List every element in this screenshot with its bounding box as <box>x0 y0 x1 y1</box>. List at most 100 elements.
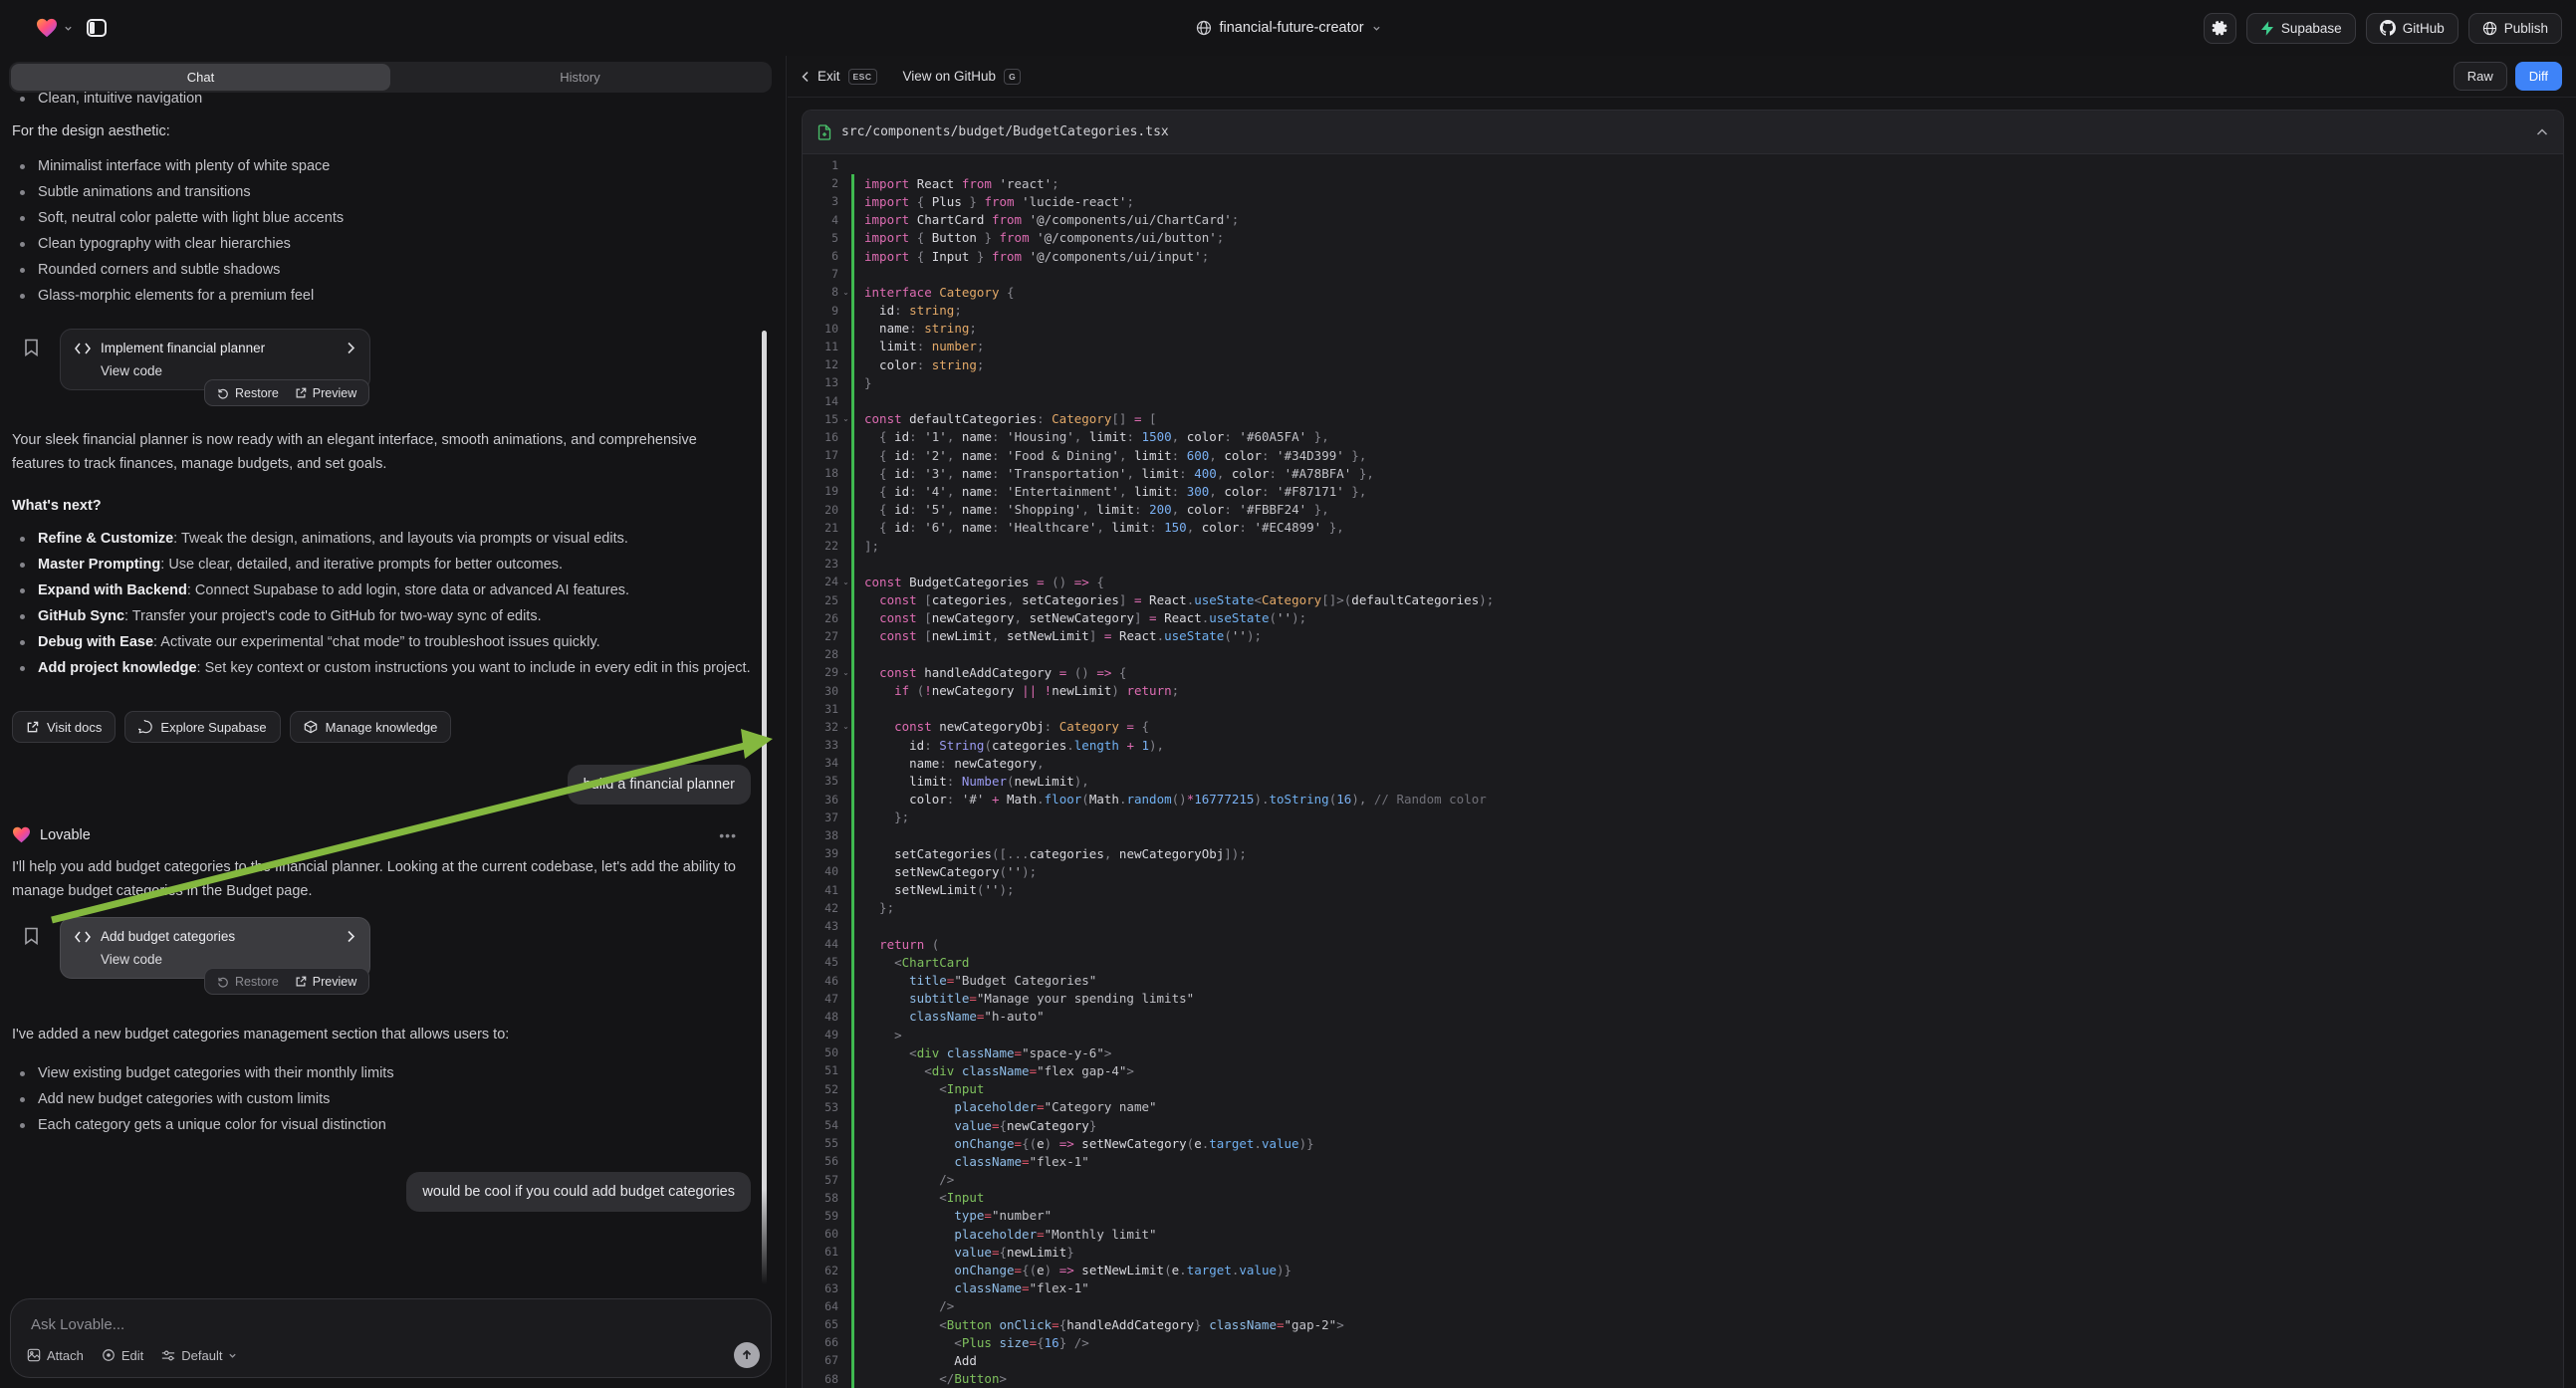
line-number: 7 <box>803 267 838 281</box>
diff-added-bar <box>851 645 854 663</box>
supabase-button[interactable]: Supabase <box>2246 13 2356 44</box>
chat-scrollbar[interactable] <box>762 331 767 1284</box>
diff-toggle-button[interactable]: Diff <box>2515 62 2562 91</box>
line-number: 12 <box>803 357 838 371</box>
edit-button[interactable]: Edit <box>102 1348 143 1363</box>
manage-knowledge-label: Manage knowledge <box>326 720 438 735</box>
assistant-paragraph: I've added a new budget categories manag… <box>12 1023 751 1046</box>
preview-button[interactable]: Preview <box>295 975 356 989</box>
whats-next-list: Refine & Customize: Tweak the design, an… <box>12 526 751 681</box>
sidebar-toggle-icon[interactable] <box>87 19 107 37</box>
line-number: 47 <box>803 992 838 1006</box>
assistant-name: Lovable <box>40 827 710 843</box>
bullet-item: Rounded corners and subtle shadows <box>12 257 751 283</box>
chat-message-list: Clean, intuitive navigation For the desi… <box>12 86 751 1212</box>
exit-button[interactable]: Exit ESC <box>802 69 877 85</box>
line-number: 24 <box>803 575 838 588</box>
line-number: 4 <box>803 213 838 227</box>
line-number: 49 <box>803 1028 838 1041</box>
lovable-logo-icon[interactable] <box>36 18 58 38</box>
line-number: 55 <box>803 1136 838 1150</box>
code-line: 11 limit: number; <box>803 338 2563 355</box>
view-code-link[interactable]: View code <box>101 363 355 378</box>
github-button[interactable]: GitHub <box>2366 13 2459 44</box>
line-number: 20 <box>803 503 838 517</box>
code-line: 45 <ChartCard <box>803 953 2563 971</box>
code-line: 59 type="number" <box>803 1207 2563 1225</box>
attach-label: Attach <box>47 1348 84 1363</box>
attach-button[interactable]: Attach <box>27 1348 84 1363</box>
bullet-item: Add new budget categories with custom li… <box>12 1086 751 1112</box>
project-chevron-down-icon <box>1372 24 1381 33</box>
fold-chevron-icon[interactable]: ⌄ <box>838 288 851 297</box>
send-button[interactable] <box>734 1342 760 1368</box>
chat-input-placeholder: Ask Lovable... <box>31 1316 124 1333</box>
visit-docs-button[interactable]: Visit docs <box>12 711 116 743</box>
line-number: 37 <box>803 810 838 824</box>
view-on-github-label: View on GitHub <box>903 69 997 84</box>
code-line: 63 className="flex-1" <box>803 1279 2563 1297</box>
fold-chevron-icon[interactable]: ⌄ <box>838 722 851 731</box>
preview-button[interactable]: Preview <box>295 386 356 400</box>
fold-chevron-icon[interactable]: ⌄ <box>838 414 851 423</box>
diff-added-bar <box>851 700 854 718</box>
code-line: 6import { Input } from '@/components/ui/… <box>803 247 2563 265</box>
code-line: 46 title="Budget Categories" <box>803 971 2563 989</box>
code-line: 37 }; <box>803 809 2563 826</box>
fold-chevron-icon[interactable]: ⌄ <box>838 578 851 586</box>
restore-button[interactable]: Restore <box>217 975 279 989</box>
chevron-right-icon[interactable] <box>347 930 355 943</box>
bullet-item: Minimalist interface with plenty of whit… <box>12 153 751 179</box>
chevron-right-icon[interactable] <box>347 342 355 354</box>
code-line: 47 subtitle="Manage your spending limits… <box>803 990 2563 1008</box>
publish-button[interactable]: Publish <box>2468 13 2562 44</box>
code-subheader: Exit ESC View on GitHub G Raw Diff <box>788 56 2576 98</box>
line-number: 26 <box>803 611 838 625</box>
code-panel: Exit ESC View on GitHub G Raw Diff src/c… <box>788 56 2576 1388</box>
file-header[interactable]: src/components/budget/BudgetCategories.t… <box>803 111 2563 154</box>
model-selector[interactable]: Default <box>161 1348 237 1363</box>
code-line: 61 value={newLimit} <box>803 1243 2563 1261</box>
g-kbd-badge: G <box>1004 69 1021 85</box>
lovable-heart-icon <box>12 826 31 843</box>
code-line: 58 <Input <box>803 1189 2563 1207</box>
code-line: 64 /> <box>803 1297 2563 1315</box>
collapse-chevron-up-icon[interactable] <box>2536 128 2548 136</box>
bookmark-icon[interactable] <box>24 339 39 356</box>
line-number: 52 <box>803 1082 838 1096</box>
view-on-github-button[interactable]: View on GitHub G <box>903 69 1022 85</box>
code-line: 22]; <box>803 537 2563 555</box>
raw-toggle-button[interactable]: Raw <box>2454 62 2507 91</box>
line-number: 54 <box>803 1118 838 1132</box>
code-line: 41 setNewLimit(''); <box>803 881 2563 899</box>
line-number: 56 <box>803 1154 838 1168</box>
code-editor[interactable]: 12import React from 'react';3import { Pl… <box>803 154 2563 1388</box>
code-line: 57 /> <box>803 1171 2563 1189</box>
project-switcher[interactable]: financial-future-creator <box>1195 0 1380 56</box>
bullet-list: Clean, intuitive navigation <box>12 86 751 112</box>
gear-icon <box>2212 20 2228 37</box>
code-line: 52 <Input <box>803 1080 2563 1098</box>
code-line: 21 { id: '6', name: 'Healthcare', limit:… <box>803 519 2563 537</box>
fold-chevron-icon[interactable]: ⌄ <box>838 668 851 677</box>
restore-button[interactable]: Restore <box>217 386 279 400</box>
bookmark-icon[interactable] <box>24 927 39 945</box>
message-menu-button[interactable]: ••• <box>719 827 737 843</box>
explore-supabase-button[interactable]: Explore Supabase <box>124 711 280 743</box>
view-code-link[interactable]: View code <box>101 952 355 967</box>
logo-chevron-down-icon[interactable] <box>64 24 73 33</box>
line-number: 41 <box>803 883 838 897</box>
code-line: 35 limit: Number(newLimit), <box>803 772 2563 790</box>
diff-added-bar <box>851 391 854 409</box>
visit-docs-label: Visit docs <box>47 720 102 735</box>
code-line: 67 Add <box>803 1351 2563 1369</box>
manage-knowledge-button[interactable]: Manage knowledge <box>290 711 452 743</box>
line-number: 3 <box>803 194 838 208</box>
code-line: 10 name: string; <box>803 320 2563 338</box>
chat-input-box[interactable]: Ask Lovable... Attach Edit Default <box>10 1298 772 1378</box>
settings-button[interactable] <box>2204 13 2236 44</box>
model-chevron-down-icon <box>228 1351 237 1360</box>
line-number: 68 <box>803 1372 838 1386</box>
code-line: 15⌄const defaultCategories: Category[] =… <box>803 410 2563 428</box>
bullet-list: View existing budget categories with the… <box>12 1060 751 1138</box>
